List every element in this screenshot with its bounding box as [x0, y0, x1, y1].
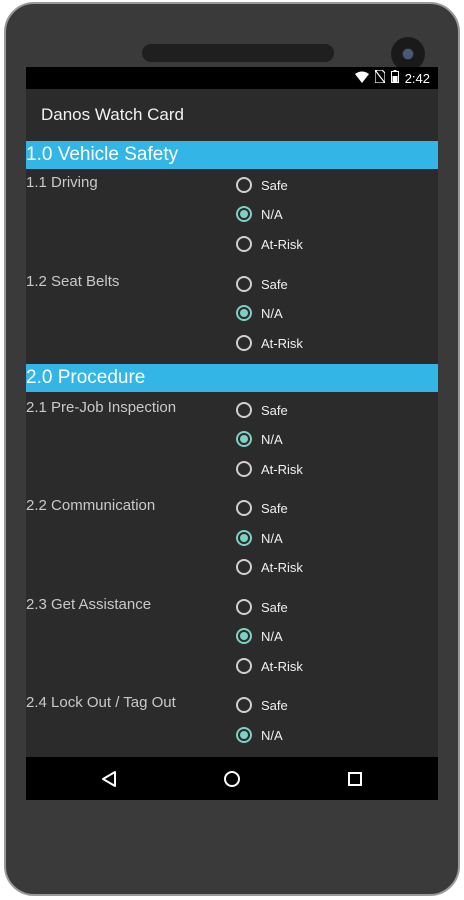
radio-get-assistance-na[interactable]: N/A: [236, 625, 283, 647]
app-title: Danos Watch Card: [41, 105, 184, 124]
item-label-seat-belts: 1.2 Seat Belts: [26, 273, 120, 290]
radio-button[interactable]: [236, 461, 252, 477]
radio-seat-belts-safe[interactable]: Safe: [236, 273, 288, 295]
radio-button[interactable]: [236, 276, 252, 292]
radio-button[interactable]: [236, 177, 252, 193]
section-title: 2.0 Procedure: [26, 367, 146, 388]
radio-button-checked[interactable]: [236, 431, 252, 447]
status-bar: 2:42: [26, 67, 438, 89]
radio-label: Safe: [261, 599, 288, 615]
radio-label: Safe: [261, 697, 288, 713]
radio-lock-out-na[interactable]: N/A: [236, 724, 283, 746]
radio-communication-safe[interactable]: Safe: [236, 497, 288, 519]
radio-label: Safe: [261, 500, 288, 516]
radio-label: Safe: [261, 276, 288, 292]
home-icon[interactable]: [202, 757, 262, 800]
radio-button[interactable]: [236, 500, 252, 516]
radio-label: N/A: [261, 628, 283, 644]
radio-pre-job-at-risk[interactable]: At-Risk: [236, 458, 303, 480]
radio-label: At-Risk: [261, 658, 303, 674]
radio-label: At-Risk: [261, 335, 303, 351]
radio-label: N/A: [261, 305, 283, 321]
front-camera: [391, 37, 425, 71]
radio-button[interactable]: [236, 335, 252, 351]
radio-driving-safe[interactable]: Safe: [236, 174, 288, 196]
radio-label: Safe: [261, 177, 288, 193]
radio-button[interactable]: [236, 658, 252, 674]
radio-seat-belts-at-risk[interactable]: At-Risk: [236, 332, 303, 354]
radio-button-checked[interactable]: [236, 530, 252, 546]
radio-button-checked[interactable]: [236, 727, 252, 743]
app-bar: Danos Watch Card: [26, 89, 438, 139]
radio-label: N/A: [261, 431, 283, 447]
screen: 2:42 Danos Watch Card 1.0 Vehicle Safety…: [26, 67, 438, 800]
back-icon[interactable]: [79, 757, 139, 800]
radio-button-checked[interactable]: [236, 628, 252, 644]
radio-communication-at-risk[interactable]: At-Risk: [236, 556, 303, 578]
clock: 2:42: [404, 70, 430, 86]
no-sim-icon: [374, 69, 386, 87]
radio-pre-job-na[interactable]: N/A: [236, 428, 283, 450]
radio-driving-at-risk[interactable]: At-Risk: [236, 233, 303, 255]
item-label-get-assistance: 2.3 Get Assistance: [26, 596, 152, 613]
watch-card-form[interactable]: 1.0 Vehicle Safety 1.1 Driving Safe N/A …: [26, 139, 438, 754]
radio-button[interactable]: [236, 402, 252, 418]
radio-get-assistance-safe[interactable]: Safe: [236, 596, 288, 618]
radio-driving-na[interactable]: N/A: [236, 203, 283, 225]
radio-label: At-Risk: [261, 559, 303, 575]
radio-get-assistance-at-risk[interactable]: At-Risk: [236, 655, 303, 677]
section-header-procedure: 2.0 Procedure: [26, 364, 438, 392]
item-label-driving: 1.1 Driving: [26, 174, 98, 191]
radio-button[interactable]: [236, 236, 252, 252]
wifi-icon: [354, 71, 369, 87]
radio-label: N/A: [261, 206, 283, 222]
radio-pre-job-safe[interactable]: Safe: [236, 399, 288, 421]
navigation-bar: [26, 757, 438, 800]
radio-label: At-Risk: [261, 236, 303, 252]
speaker-grille: [142, 44, 334, 62]
recents-icon[interactable]: [325, 757, 385, 800]
radio-label: Safe: [261, 402, 288, 418]
radio-button[interactable]: [236, 599, 252, 615]
radio-button-checked[interactable]: [236, 305, 252, 321]
radio-communication-na[interactable]: N/A: [236, 527, 283, 549]
battery-icon: [390, 70, 399, 87]
item-label-lock-out-tag-out: 2.4 Lock Out / Tag Out: [26, 694, 176, 711]
radio-button[interactable]: [236, 559, 252, 575]
section-header-vehicle-safety: 1.0 Vehicle Safety: [26, 141, 438, 169]
item-label-communication: 2.2 Communication: [26, 497, 156, 514]
radio-button[interactable]: [236, 697, 252, 713]
item-label-pre-job-inspection: 2.1 Pre-Job Inspection: [26, 399, 177, 416]
radio-label: N/A: [261, 530, 283, 546]
radio-lock-out-safe[interactable]: Safe: [236, 694, 288, 716]
radio-label: N/A: [261, 727, 283, 743]
radio-button-checked[interactable]: [236, 206, 252, 222]
section-title: 1.0 Vehicle Safety: [26, 144, 179, 165]
radio-label: At-Risk: [261, 461, 303, 477]
radio-seat-belts-na[interactable]: N/A: [236, 302, 283, 324]
